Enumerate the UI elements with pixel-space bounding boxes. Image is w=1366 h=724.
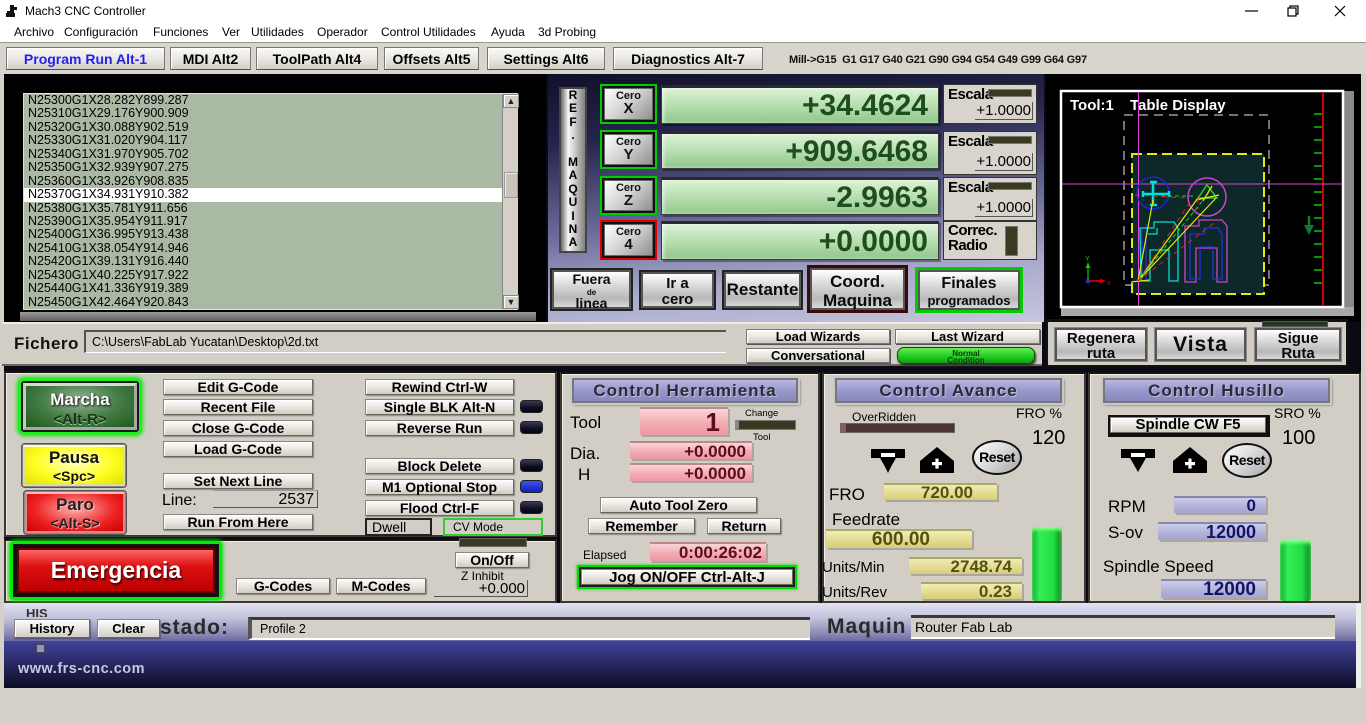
svg-text:Tool:1: Tool:1 <box>1070 97 1114 114</box>
svg-text:x: x <box>1107 280 1111 287</box>
svg-text:Y: Y <box>1085 256 1090 263</box>
svg-text:Table Display: Table Display <box>1130 97 1226 114</box>
